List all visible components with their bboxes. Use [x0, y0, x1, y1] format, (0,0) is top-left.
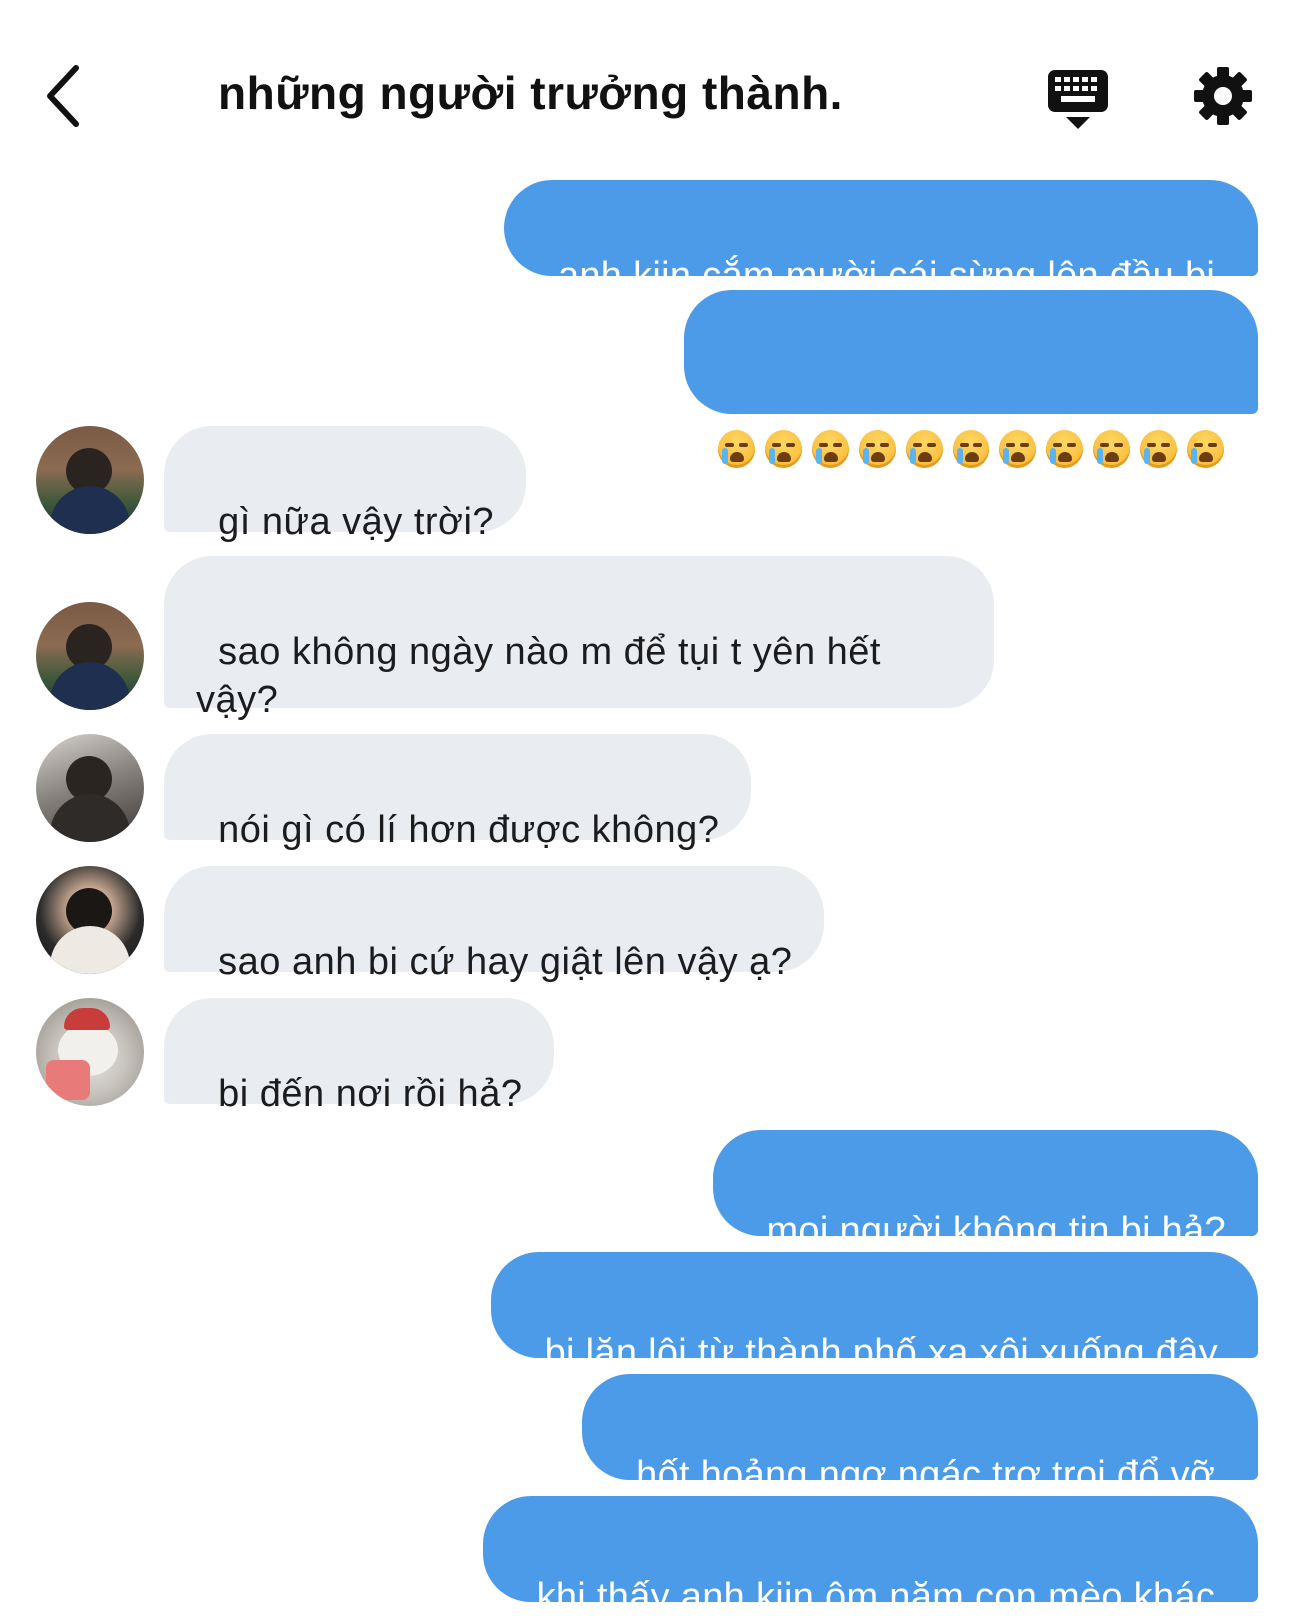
loudly-crying-face-emoji [764, 430, 802, 468]
loudly-crying-face-emoji [1046, 430, 1084, 468]
outgoing-message[interactable] [684, 290, 1258, 468]
chevron-left-icon [47, 65, 79, 127]
keyboard-icon [1048, 70, 1108, 129]
message-text: bi lặn lội từ thành phố xa xôi xuống đây… [544, 1332, 1226, 1374]
incoming-message[interactable]: nói gì có lí hơn được không? [164, 734, 752, 851]
message-text: sao anh bi cứ hay giật lên vậy ạ? [218, 941, 793, 983]
gear-icon [1194, 67, 1252, 125]
loudly-crying-face-emoji [718, 430, 755, 468]
outgoing-message[interactable]: hốt hoảng ngơ ngác trơ trọi đổ vỡ. [582, 1374, 1258, 1496]
message-text: sao không ngày nào m để tụi t yên hết vậ… [196, 631, 893, 721]
incoming-message[interactable]: sao anh bi cứ hay giật lên vậy ạ? [164, 866, 825, 983]
incoming-message[interactable]: bi đến nơi rồi hả? [164, 998, 555, 1115]
avatar[interactable] [36, 998, 144, 1106]
loudly-crying-face-emoji [905, 430, 943, 468]
loudly-crying-face-emoji [1093, 430, 1131, 468]
settings-button[interactable] [1193, 66, 1253, 126]
keyboard-button[interactable] [1046, 68, 1110, 132]
loudly-crying-face-emoji [999, 430, 1037, 468]
incoming-message[interactable]: gì nữa vậy trời? [164, 426, 527, 543]
message-text: bi đến nơi rồi hả? [218, 1073, 523, 1115]
outgoing-message[interactable]: khi thấy anh kiin ôm năm con mèo khác. [482, 1496, 1258, 1618]
loudly-crying-face-emoji [1140, 430, 1178, 468]
outgoing-message[interactable]: anh kiin cắm mười cái sừng lên đầu bi. [504, 180, 1258, 297]
avatar[interactable] [36, 426, 144, 534]
message-text: khi thấy anh kiin ôm năm con mèo khác. [536, 1576, 1226, 1618]
back-button[interactable] [40, 62, 96, 132]
emoji-row [718, 426, 1224, 468]
avatar[interactable] [36, 866, 144, 974]
chat-header: những người trưởng thành. [0, 0, 1290, 170]
loudly-crying-face-emoji [952, 430, 990, 468]
chat-title: những người trưởng thành. [218, 67, 843, 119]
avatar[interactable] [36, 734, 144, 842]
outgoing-message[interactable]: bi lặn lội từ thành phố xa xôi xuống đây… [490, 1252, 1258, 1374]
message-text: hốt hoảng ngơ ngác trơ trọi đổ vỡ. [636, 1454, 1226, 1496]
incoming-message[interactable]: sao không ngày nào m để tụi t yên hết vậ… [164, 556, 994, 721]
loudly-crying-face-emoji [811, 430, 849, 468]
loudly-crying-face-emoji [1187, 430, 1224, 468]
avatar[interactable] [36, 602, 144, 710]
outgoing-message[interactable]: mọi người không tin bi hả? [712, 1130, 1258, 1252]
loudly-crying-face-emoji [858, 430, 896, 468]
message-text: gì nữa vậy trời? [218, 501, 495, 543]
message-text: mọi người không tin bi hả? [766, 1210, 1226, 1252]
message-text: nói gì có lí hơn được không? [218, 809, 720, 851]
